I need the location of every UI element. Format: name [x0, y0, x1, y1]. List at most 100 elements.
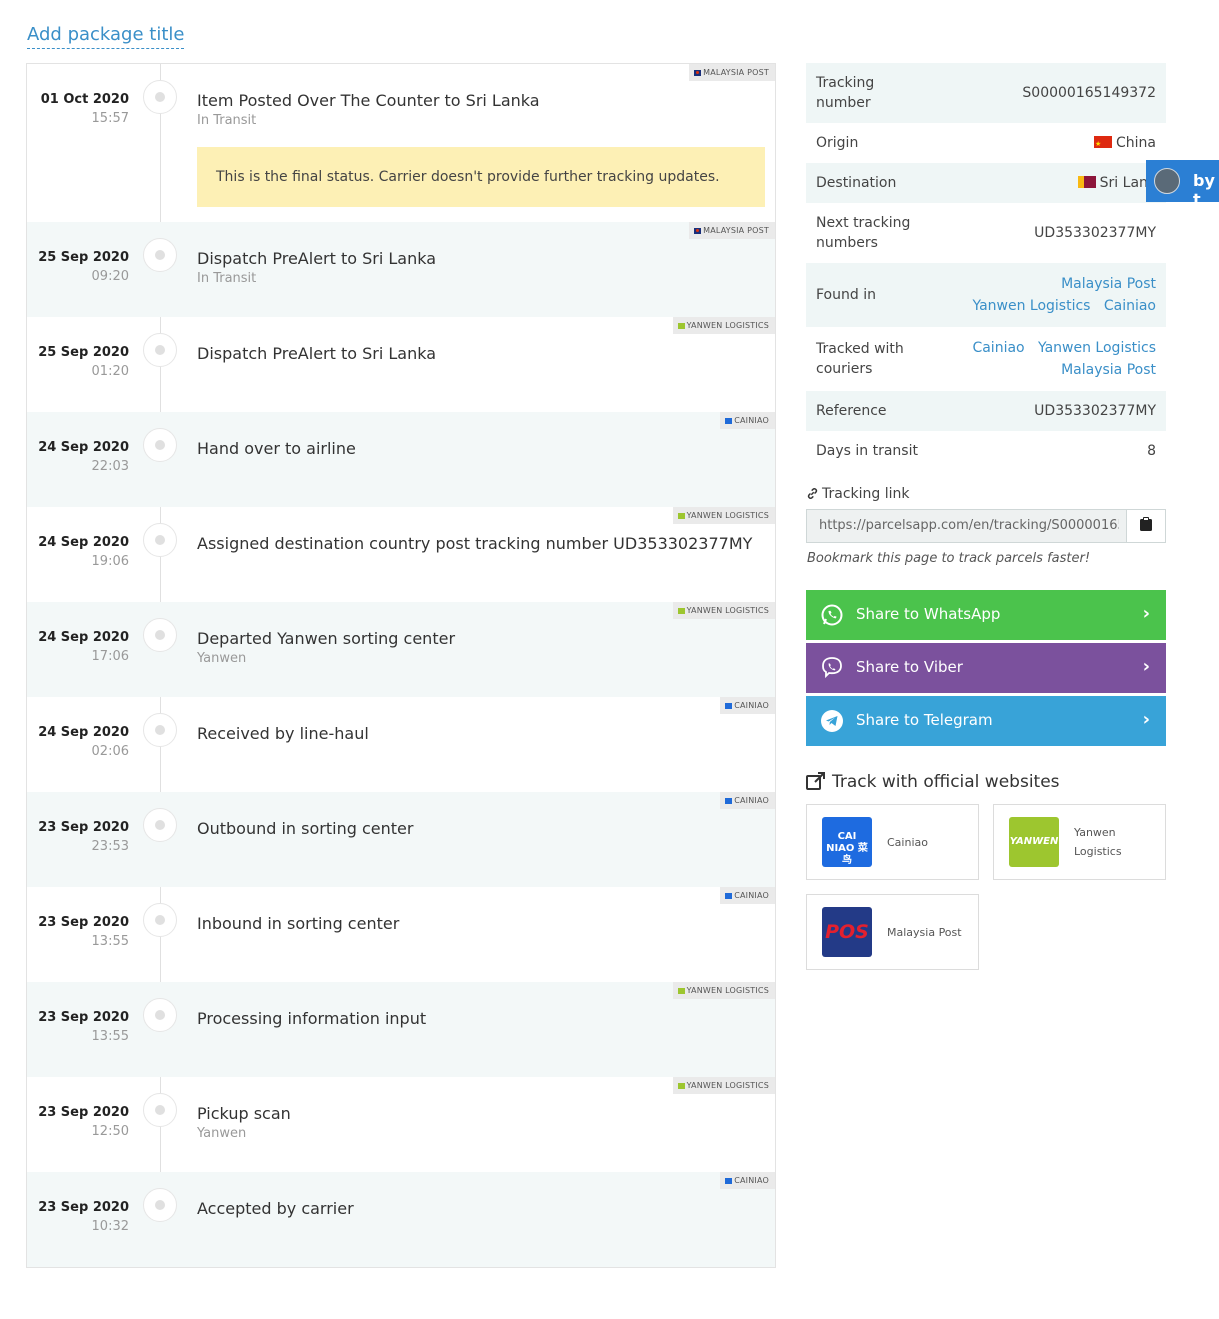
event-status: Yanwen — [197, 651, 247, 666]
origin-row: Origin China — [806, 123, 1166, 163]
clipboard-icon — [1140, 517, 1152, 531]
author-badge[interactable]: by t — [1146, 160, 1219, 209]
event-time: 22:03 — [91, 459, 129, 474]
carrier-badge: YANWEN LOGISTICS — [672, 317, 775, 334]
event-title: Accepted by carrier — [197, 1199, 354, 1218]
telegram-icon — [821, 710, 843, 732]
share-telegram-button[interactable]: Share to Telegram › — [806, 696, 1166, 746]
viber-icon — [822, 657, 842, 679]
chevron-right-icon: › — [1142, 656, 1150, 677]
event-time: 15:57 — [91, 111, 129, 126]
timeline-event: 24 Sep 2020 19:06 Assigned destination cou… — [27, 507, 775, 602]
copy-button[interactable] — [1126, 510, 1165, 542]
share-whatsapp-button[interactable]: Share to WhatsApp › — [806, 590, 1166, 640]
event-time: 01:20 — [91, 364, 129, 379]
timeline-event: 01 Oct 2020 15:57 Item Posted Over The Cou… — [27, 64, 775, 222]
share-viber-button[interactable]: Share to Viber › — [806, 643, 1166, 693]
event-title: Item Posted Over The Counter to Sri Lank… — [197, 91, 540, 110]
days-in-transit-row: Days in transit 8 — [806, 431, 1166, 471]
destination-row: Destination Sri Lank — [806, 163, 1166, 203]
carrier-flag-icon — [677, 607, 685, 614]
event-date: 23 Sep 2020 — [38, 1010, 129, 1025]
carrier-badge: CAINIAO — [720, 697, 775, 714]
origin-label: Origin — [816, 135, 859, 151]
next-tracking-value: UD353302377MY — [1034, 225, 1156, 241]
timeline-dot-icon — [143, 428, 177, 462]
timeline-dot-icon — [143, 713, 177, 747]
next-tracking-row: Next tracking numbers UD353302377MY — [806, 203, 1166, 263]
couriers-row: Tracked with couriers Cainiao Yanwen Log… — [806, 327, 1166, 391]
tracking-number-value: S00000165149372 — [1022, 85, 1156, 101]
event-title: Dispatch PreAlert to Sri Lanka — [197, 249, 437, 268]
carrier-badge: CAINIAO — [720, 412, 775, 429]
official-site-name: Cainiao — [887, 835, 928, 849]
next-tracking-label: Next tracking numbers — [816, 215, 911, 251]
link-icon — [807, 488, 818, 499]
timeline-dot-icon — [143, 808, 177, 842]
timeline-dot-icon — [143, 998, 177, 1032]
official-site-name: Yanwen Logistics — [1074, 826, 1122, 858]
event-title: Outbound in sorting center — [197, 819, 414, 838]
event-date: 01 Oct 2020 — [40, 92, 129, 107]
found-in-label: Found in — [816, 287, 876, 303]
event-time: 09:20 — [91, 269, 129, 284]
event-time: 12:50 — [91, 1124, 129, 1139]
carrier-flag-icon — [677, 512, 685, 519]
event-date: 24 Sep 2020 — [38, 440, 129, 455]
tracking-link-label: Tracking link — [806, 486, 910, 502]
official-site-name: Malaysia Post — [887, 925, 962, 939]
timeline-event: 23 Sep 2020 23:53 Outbound in sorting cent… — [27, 792, 775, 887]
reference-row: Reference UD353302377MY — [806, 391, 1166, 431]
event-date: 23 Sep 2020 — [38, 915, 129, 930]
found-in-link[interactable]: Malaysia Post — [1061, 276, 1156, 292]
found-in-link[interactable]: Cainiao — [1104, 298, 1156, 314]
tracking-link-url[interactable]: https://parcelsapp.com/en/tracking/S0000… — [819, 518, 1119, 533]
official-site-card-malaysia-post[interactable]: POS Malaysia Post — [806, 894, 979, 970]
days-in-transit-value: 8 — [1147, 443, 1156, 459]
carrier-badge: YANWEN LOGISTICS — [672, 982, 775, 999]
chevron-right-icon: › — [1142, 709, 1150, 730]
event-date: 23 Sep 2020 — [38, 1105, 129, 1120]
courier-link[interactable]: Malaysia Post — [1061, 362, 1156, 378]
event-title: Hand over to airline — [197, 439, 356, 458]
timeline-dot-icon — [143, 1188, 177, 1222]
tracking-link-field[interactable]: https://parcelsapp.com/en/tracking/S0000… — [806, 509, 1166, 543]
reference-label: Reference — [816, 403, 887, 419]
whatsapp-icon — [821, 604, 843, 626]
timeline-event: 25 Sep 2020 01:20 Dispatch PreAlert to Sri… — [27, 317, 775, 412]
official-site-card-cainiao[interactable]: CAI NIAO 菜鸟 Cainiao — [806, 804, 979, 880]
found-in-link[interactable]: Yanwen Logistics — [972, 298, 1090, 314]
timeline-event: 24 Sep 2020 17:06 Departed Yanwen sorting … — [27, 602, 775, 697]
carrier-flag-icon — [694, 69, 702, 76]
timeline-event: 24 Sep 2020 02:06 Received by line-haul CAI… — [27, 697, 775, 792]
event-title: Inbound in sorting center — [197, 914, 400, 933]
yanwen-logo-icon: YANWEN — [1009, 817, 1059, 867]
carrier-flag-icon — [725, 892, 733, 899]
cainiao-logo-icon: CAI NIAO 菜鸟 — [822, 817, 872, 867]
event-status: In Transit — [197, 113, 257, 128]
event-time: 19:06 — [91, 554, 129, 569]
timeline-event: 23 Sep 2020 13:55 Inbound in sorting cente… — [27, 887, 775, 982]
timeline-dot-icon — [143, 523, 177, 557]
carrier-flag-icon — [725, 702, 733, 709]
event-title: Pickup scan — [197, 1104, 291, 1123]
events-list: 01 Oct 2020 15:57 Item Posted Over The Cou… — [27, 64, 775, 1267]
share-whatsapp-label: Share to WhatsApp — [856, 605, 1001, 623]
timeline-dot-icon — [143, 1093, 177, 1127]
tracking-number-row: Tracking number S00000165149372 — [806, 63, 1166, 123]
event-date: 24 Sep 2020 — [38, 630, 129, 645]
add-package-title-link[interactable]: Add package title — [27, 24, 185, 49]
carrier-badge: CAINIAO — [720, 887, 775, 904]
event-time: 13:55 — [91, 934, 129, 949]
carrier-badge: YANWEN LOGISTICS — [672, 602, 775, 619]
courier-link[interactable]: Yanwen Logistics — [1038, 340, 1156, 356]
sri-lanka-flag-icon — [1077, 176, 1096, 188]
official-site-card-yanwen[interactable]: YANWEN Yanwen Logistics — [993, 804, 1166, 880]
event-date: 24 Sep 2020 — [38, 725, 129, 740]
timeline-dot-icon — [143, 80, 177, 114]
courier-link[interactable]: Cainiao — [972, 340, 1024, 356]
share-viber-label: Share to Viber — [856, 658, 963, 676]
origin-value: China — [1116, 135, 1156, 151]
event-title: Processing information input — [197, 1009, 427, 1028]
share-telegram-label: Share to Telegram — [856, 711, 993, 729]
